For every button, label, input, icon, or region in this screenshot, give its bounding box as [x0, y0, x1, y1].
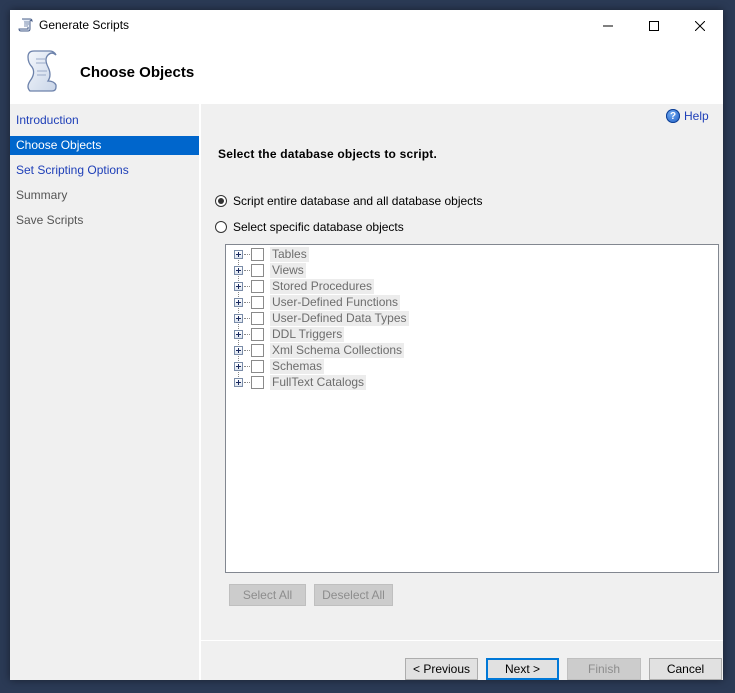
- radio-button[interactable]: [215, 195, 227, 207]
- expand-icon[interactable]: [234, 377, 243, 387]
- finish-button[interactable]: Finish: [567, 658, 641, 680]
- tree-item-schemas[interactable]: Schemas: [234, 358, 325, 374]
- tree-item-xml-schema-collections[interactable]: Xml Schema Collections: [234, 342, 405, 358]
- tree-item-label: DDL Triggers: [270, 326, 345, 342]
- content-panel: ? Help Select the database objects to sc…: [201, 104, 723, 680]
- minimize-icon: [603, 25, 613, 26]
- maximize-button[interactable]: [631, 10, 677, 41]
- select-specific-objects-option[interactable]: Select specific database objects: [215, 220, 404, 234]
- radio-button[interactable]: [215, 221, 227, 233]
- tree-item-ddl-triggers[interactable]: DDL Triggers: [234, 326, 345, 342]
- title-bar: Generate Scripts: [10, 10, 723, 41]
- expand-icon[interactable]: [234, 249, 243, 259]
- tree-item-label: Xml Schema Collections: [270, 342, 405, 358]
- checkbox[interactable]: [251, 375, 264, 389]
- script-scroll-icon: [18, 18, 33, 32]
- close-button[interactable]: [677, 10, 723, 41]
- sidebar-item-save-scripts: Save Scripts: [16, 213, 84, 227]
- tree-item-tables[interactable]: Tables: [234, 246, 309, 262]
- sidebar-item-introduction[interactable]: Introduction: [10, 111, 199, 130]
- tree-item-user-defined-data-types[interactable]: User-Defined Data Types: [234, 310, 409, 326]
- checkbox[interactable]: [251, 311, 264, 325]
- checkbox[interactable]: [251, 295, 264, 309]
- wizard-nav: Introduction Choose Objects Set Scriptin…: [10, 104, 199, 680]
- checkbox[interactable]: [251, 279, 264, 293]
- help-icon: ?: [666, 109, 680, 123]
- tree-item-label: User-Defined Data Types: [270, 310, 409, 326]
- cancel-button[interactable]: Cancel: [649, 658, 722, 680]
- tree-item-views[interactable]: Views: [234, 262, 306, 278]
- section-title: Select the database objects to script.: [218, 147, 438, 161]
- footer-divider: [201, 640, 723, 641]
- tree-item-label: User-Defined Functions: [270, 294, 401, 310]
- tree-item-stored-procedures[interactable]: Stored Procedures: [234, 278, 375, 294]
- select-all-button[interactable]: Select All: [229, 584, 306, 606]
- deselect-all-button[interactable]: Deselect All: [314, 584, 393, 606]
- expand-icon[interactable]: [234, 265, 243, 275]
- tree-item-label: Stored Procedures: [270, 278, 375, 294]
- expand-icon[interactable]: [234, 345, 243, 355]
- help-label: Help: [684, 109, 709, 123]
- expand-icon[interactable]: [234, 361, 243, 371]
- sidebar-item-set-scripting-options[interactable]: Set Scripting Options: [10, 161, 199, 180]
- previous-button[interactable]: < Previous: [405, 658, 478, 680]
- option-label: Select specific database objects: [233, 220, 404, 234]
- option-label: Script entire database and all database …: [233, 194, 483, 208]
- checkbox[interactable]: [251, 263, 264, 277]
- page-header: Choose Objects: [10, 41, 723, 104]
- script-entire-database-option[interactable]: Script entire database and all database …: [215, 194, 483, 208]
- tree-item-label: Tables: [270, 246, 309, 262]
- expand-icon[interactable]: [234, 297, 243, 307]
- tree-item-user-defined-functions[interactable]: User-Defined Functions: [234, 294, 401, 310]
- checkbox[interactable]: [251, 327, 264, 341]
- sidebar-item-choose-objects[interactable]: Choose Objects: [10, 136, 199, 155]
- expand-icon[interactable]: [234, 329, 243, 339]
- objects-tree: Tables Views Stored Procedures User-Defi…: [225, 244, 719, 573]
- maximize-icon: [649, 20, 659, 31]
- close-icon: [695, 20, 705, 31]
- minimize-button[interactable]: [585, 10, 631, 41]
- page-title: Choose Objects: [80, 64, 195, 81]
- checkbox[interactable]: [251, 343, 264, 357]
- help-link[interactable]: ? Help: [666, 109, 709, 123]
- window-title: Generate Scripts: [39, 18, 130, 32]
- script-scroll-icon: [27, 50, 57, 92]
- tree-item-label: Views: [270, 262, 306, 278]
- tree-item-label: FullText Catalogs: [270, 374, 367, 390]
- checkbox[interactable]: [251, 247, 264, 261]
- generate-scripts-window: Generate Scripts Choose Objects Introduc…: [10, 10, 723, 680]
- tree-item-label: Schemas: [270, 358, 325, 374]
- checkbox[interactable]: [251, 359, 264, 373]
- expand-icon[interactable]: [234, 313, 243, 323]
- sidebar-item-summary: Summary: [16, 188, 68, 202]
- next-button[interactable]: Next >: [486, 658, 559, 680]
- expand-icon[interactable]: [234, 281, 243, 291]
- tree-item-fulltext-catalogs[interactable]: FullText Catalogs: [234, 374, 367, 390]
